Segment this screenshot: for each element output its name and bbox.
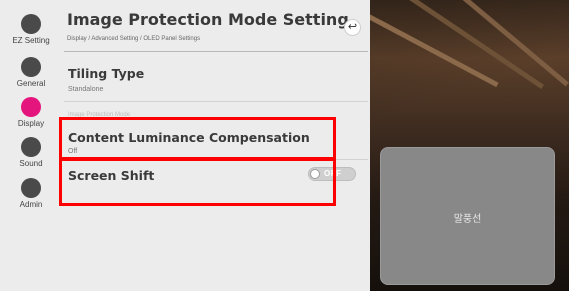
nav-item-label: Sound (19, 159, 43, 168)
screen: EZ Setting General Display Sound Admin I… (0, 0, 569, 291)
row-divider (64, 101, 368, 102)
nav-item-display[interactable]: Display (0, 97, 62, 128)
back-button[interactable]: ↩ (344, 19, 361, 36)
tiling-type-value: Standalone (68, 86, 104, 93)
back-icon: ↩ (347, 21, 358, 33)
display-icon (21, 97, 41, 117)
highlight-box-screen-shift (59, 158, 336, 206)
nav-item-admin[interactable]: Admin (0, 178, 62, 209)
ez-setting-icon (21, 14, 41, 34)
rafter-decoration (370, 12, 499, 88)
nav-item-ez-setting[interactable]: EZ Setting (0, 14, 62, 45)
admin-icon (21, 178, 41, 198)
nav-item-label: EZ Setting (12, 36, 50, 45)
general-icon (21, 57, 41, 77)
nav-item-sound[interactable]: Sound (0, 137, 62, 168)
tiling-type-title: Tiling Type (68, 66, 145, 81)
nav-item-general[interactable]: General (0, 57, 62, 88)
highlight-box-content-luminance (59, 117, 336, 160)
nav-item-label: Admin (19, 200, 43, 209)
header-divider (64, 51, 368, 52)
breadcrumb: Display / Advanced Setting / OLED Panel … (67, 36, 201, 42)
page-title: Image Protection Mode Setting (67, 10, 349, 29)
speech-bubble-text: 말풍선 (453, 214, 482, 225)
speech-bubble: 말풍선 (380, 147, 555, 285)
preview-image: 말풍선 (370, 0, 569, 291)
nav-item-label: Display (17, 119, 45, 128)
sound-icon (21, 137, 41, 157)
nav-item-label: General (16, 79, 46, 88)
sidebar-nav: EZ Setting General Display Sound Admin (0, 0, 62, 291)
